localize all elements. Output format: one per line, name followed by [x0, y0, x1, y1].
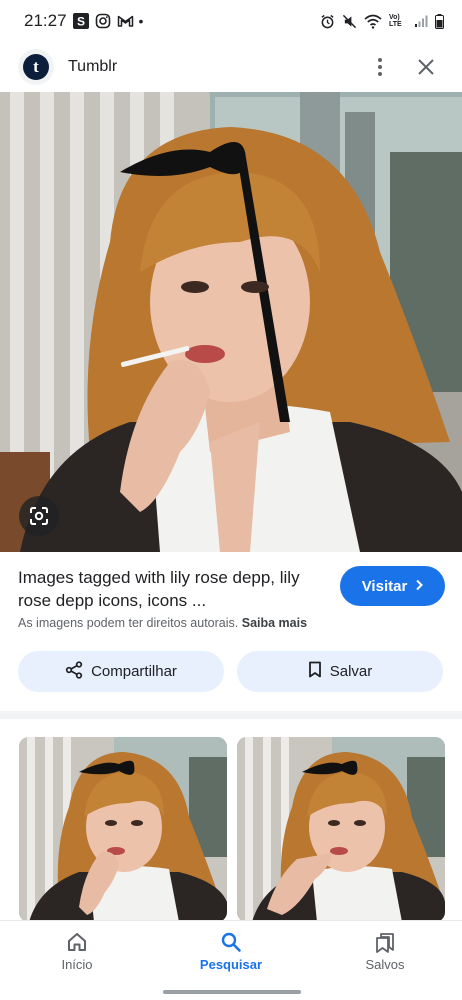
more-vert-icon[interactable] — [362, 49, 398, 85]
share-icon — [65, 660, 83, 683]
related-image-thumbnail[interactable] — [237, 737, 445, 922]
learn-more-link[interactable]: Saiba mais — [242, 616, 307, 630]
preview-image[interactable] — [0, 92, 462, 552]
result-title[interactable]: Images tagged with lily rose depp, lily … — [18, 566, 328, 612]
signal-icon — [414, 14, 428, 28]
gmail-icon — [117, 13, 133, 29]
nav-saved[interactable]: Salvos — [330, 931, 440, 972]
wifi-icon — [364, 14, 382, 29]
share-label: Compartilhar — [91, 663, 177, 680]
copyright-notice: As imagens podem ter direitos autorais. … — [18, 616, 307, 630]
mute-icon — [342, 14, 357, 29]
bookmark-icon — [308, 661, 322, 682]
nav-search[interactable]: Pesquisar — [176, 931, 286, 972]
svg-text:S: S — [77, 15, 85, 29]
tumblr-logo[interactable]: t — [18, 49, 54, 85]
chevron-right-icon — [415, 578, 424, 595]
google-lens-icon[interactable] — [19, 496, 59, 536]
status-bar: 21:27 S • Vo) LTE — [0, 0, 462, 42]
nav-home-label: Início — [61, 957, 93, 972]
bottom-navigation: Início Pesquisar Salvos — [0, 920, 462, 1000]
save-button[interactable]: Salvar — [237, 651, 443, 692]
close-icon[interactable] — [408, 49, 444, 85]
s-app-icon: S — [72, 13, 89, 29]
related-image-thumbnail[interactable] — [19, 737, 227, 922]
visit-button[interactable]: Visitar — [340, 566, 445, 606]
instagram-icon — [95, 13, 111, 29]
search-icon — [220, 931, 242, 953]
alarm-icon — [320, 14, 335, 29]
home-icon — [66, 931, 88, 953]
nav-search-label: Pesquisar — [199, 957, 263, 972]
visit-label: Visitar — [361, 577, 408, 595]
status-right: Vo) LTE — [320, 13, 444, 29]
rights-text: As imagens podem ter direitos autorais. — [18, 616, 239, 630]
status-left: 21:27 S • — [24, 11, 143, 31]
dot-icon: • — [138, 13, 144, 29]
section-divider — [0, 711, 462, 719]
battery-icon — [435, 13, 444, 29]
save-label: Salvar — [329, 663, 373, 680]
share-button[interactable]: Compartilhar — [18, 651, 224, 692]
nav-saved-label: Salvos — [365, 957, 405, 972]
saved-collections-icon — [374, 931, 396, 953]
nav-home[interactable]: Início — [22, 931, 132, 972]
gesture-navigation-bar[interactable] — [163, 990, 301, 994]
status-time: 21:27 — [24, 11, 67, 30]
site-name[interactable]: Tumblr — [68, 58, 117, 76]
tumblr-logo-letter: t — [23, 54, 49, 80]
source-header: t Tumblr — [0, 42, 462, 92]
network-label: Vo) LTE — [389, 14, 402, 28]
